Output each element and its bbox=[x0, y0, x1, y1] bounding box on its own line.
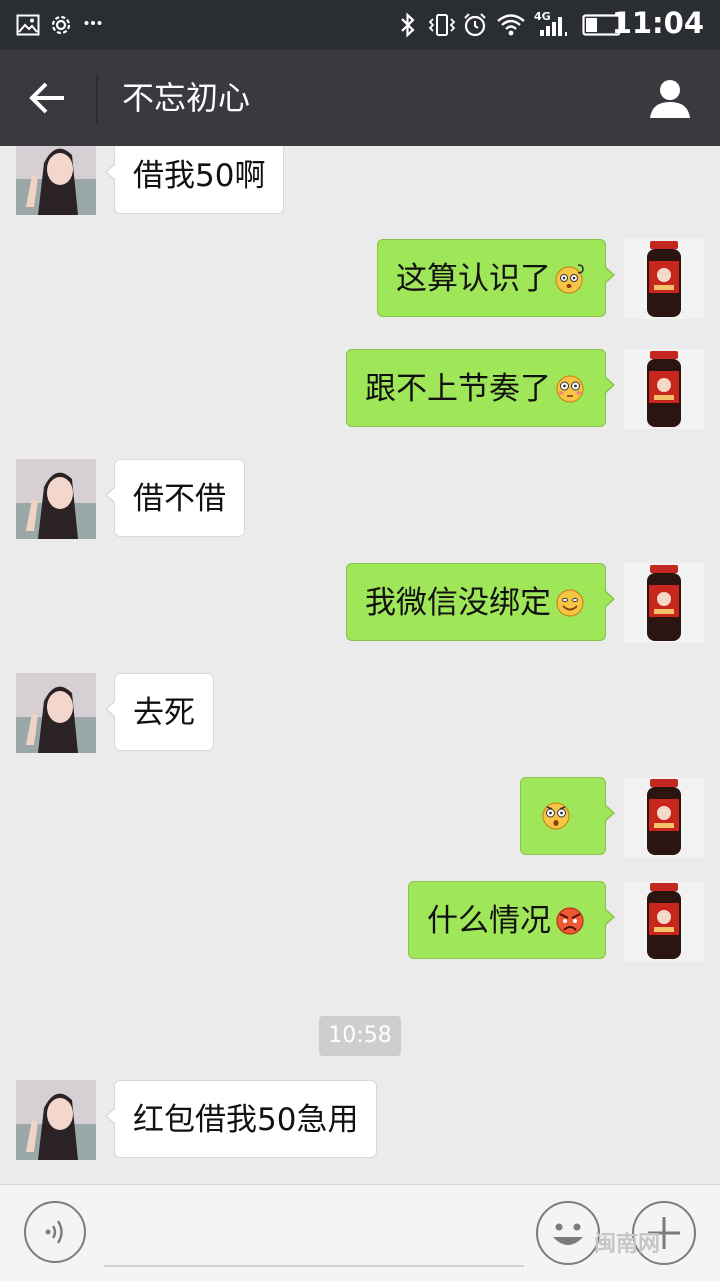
message-text: 我微信没绑定 bbox=[365, 585, 551, 621]
outgoing-message-bubble[interactable] bbox=[520, 777, 615, 855]
smile-face-emoji bbox=[556, 588, 584, 617]
my-avatar[interactable] bbox=[624, 239, 704, 319]
flushed-face-emoji bbox=[556, 374, 584, 403]
contact-avatar[interactable] bbox=[16, 459, 96, 539]
message-text: 去死 bbox=[133, 695, 195, 731]
message-text: 红包借我50急用 bbox=[133, 1102, 359, 1138]
my-avatar[interactable] bbox=[624, 349, 704, 429]
chat-title: 不忘初心 bbox=[122, 79, 251, 117]
wifi-icon bbox=[497, 14, 525, 36]
message-text: 跟不上节奏了 bbox=[365, 371, 551, 407]
image-icon bbox=[16, 14, 40, 36]
alarm-icon bbox=[464, 13, 486, 37]
arrow-left-icon bbox=[29, 82, 64, 114]
outgoing-message-bubble[interactable]: 这算认识了 bbox=[377, 239, 615, 317]
my-avatar[interactable] bbox=[624, 777, 704, 857]
my-avatar[interactable] bbox=[624, 563, 704, 643]
smiley-icon bbox=[553, 1223, 583, 1245]
message-text: 借不借 bbox=[133, 481, 226, 517]
message-text: 这算认识了 bbox=[396, 261, 551, 297]
title-bar: 不忘初心 bbox=[0, 50, 720, 146]
contact-avatar[interactable] bbox=[16, 673, 96, 753]
settings-icon bbox=[51, 15, 71, 35]
more-dots-icon bbox=[84, 21, 102, 25]
outgoing-message-bubble[interactable]: 什么情况 bbox=[408, 881, 615, 959]
message-text: 什么情况 bbox=[427, 903, 551, 939]
contact-avatar[interactable] bbox=[16, 1080, 96, 1160]
outgoing-message-bubble[interactable]: 跟不上节奏了 bbox=[346, 349, 615, 427]
voice-wave-icon bbox=[45, 1220, 63, 1244]
back-button[interactable] bbox=[26, 78, 70, 118]
vibrate-icon bbox=[428, 14, 456, 36]
watermark: 闽南网 bbox=[594, 1232, 661, 1257]
my-avatar[interactable] bbox=[624, 881, 704, 961]
status-bar: 4G 11:04 bbox=[0, 0, 720, 50]
surprised-face-emoji bbox=[542, 801, 570, 830]
outgoing-message-bubble[interactable]: 我微信没绑定 bbox=[346, 563, 615, 641]
incoming-message-bubble[interactable]: 红包借我50急用 bbox=[104, 1080, 378, 1158]
incoming-message-bubble[interactable]: 借我50啊 bbox=[104, 146, 285, 214]
message-input[interactable] bbox=[104, 1205, 524, 1267]
signal-icon bbox=[540, 17, 567, 36]
angry-face-emoji bbox=[556, 906, 584, 935]
emoji-button[interactable] bbox=[536, 1201, 600, 1265]
person-icon bbox=[650, 80, 690, 118]
chat-message-list[interactable]: 借我50啊 这算认识了 跟不上节奏了 借不借 我微信没绑定 去死 什么情况 10… bbox=[0, 146, 720, 1184]
incoming-message-bubble[interactable]: 去死 bbox=[105, 673, 214, 751]
message-text: 借我50啊 bbox=[133, 158, 266, 194]
message-timestamp: 10:58 bbox=[319, 1016, 401, 1056]
title-divider bbox=[96, 74, 98, 124]
incoming-message-bubble[interactable]: 借不借 bbox=[105, 459, 245, 537]
status-time: 11:04 bbox=[611, 6, 704, 40]
voice-input-button[interactable] bbox=[24, 1201, 86, 1263]
bluetooth-icon bbox=[401, 12, 415, 38]
contact-info-button[interactable] bbox=[648, 76, 692, 120]
dizzy-face-emoji bbox=[555, 263, 584, 294]
contact-avatar[interactable] bbox=[16, 146, 96, 215]
